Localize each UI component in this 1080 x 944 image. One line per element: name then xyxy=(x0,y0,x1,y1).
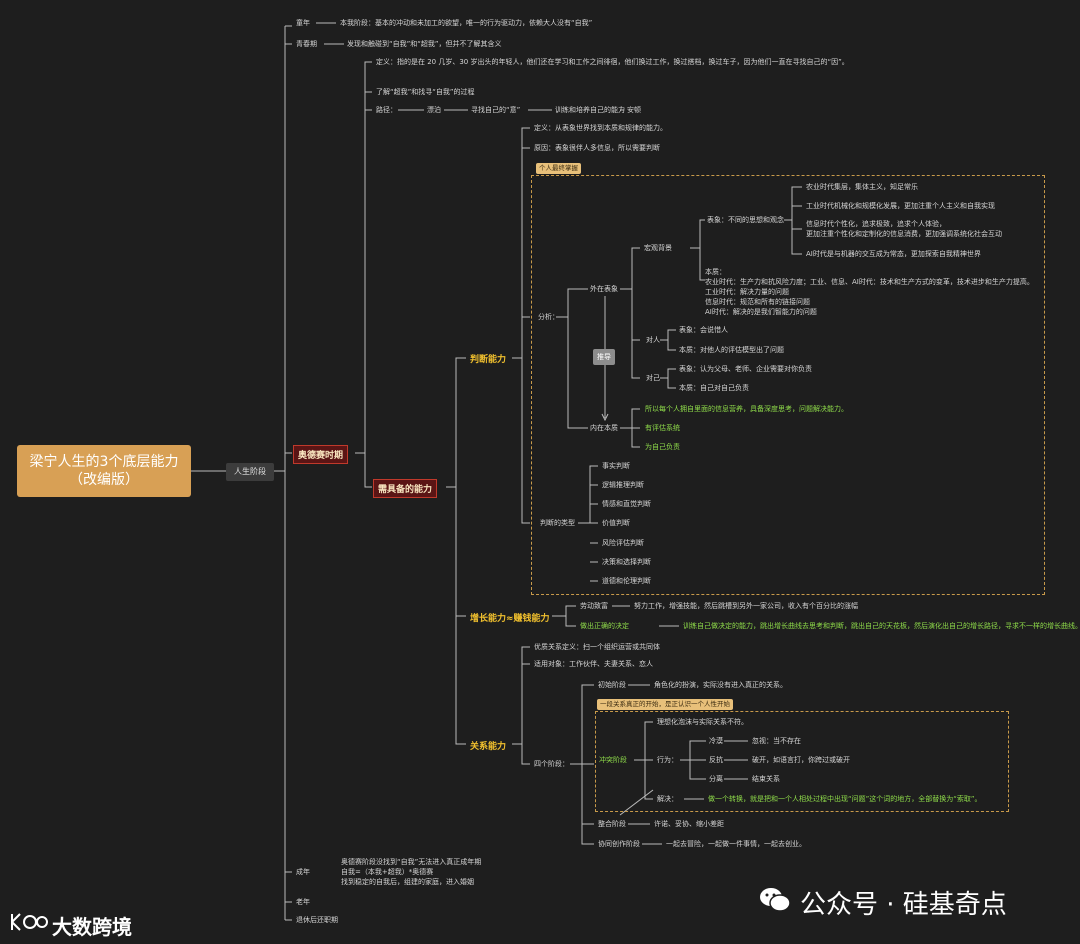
conflict-desc: 理想化泡沫与实际关系不符。 xyxy=(657,718,748,726)
judgment-types[interactable]: 判断的类型 xyxy=(540,519,575,528)
essence-item-2: 有评估系统 xyxy=(645,424,680,432)
root-topic[interactable]: 梁宁人生的3个底层能力 （改编版） xyxy=(17,445,191,497)
wechat-icon xyxy=(758,885,792,915)
macro-item-4: 更加注重个性化和定制化的信息消费，更加强调系统化社会互动 xyxy=(806,230,1002,238)
relation-tag: 一段关系真正的开始，是正认识一个人性开始 xyxy=(597,699,733,710)
push-derive-badge: 推导 xyxy=(593,349,615,365)
macro-essence-3: 工业时代：解决力量的问题 xyxy=(705,288,789,296)
analysis-label: 分析： xyxy=(538,313,559,321)
macro-essence-1: 本质： xyxy=(705,268,726,276)
type-item-6: 决策和选择判断 xyxy=(602,558,651,566)
judgment-reason: 原因：表象很伴人多信息，所以需要判断 xyxy=(534,144,660,152)
relation-objects: 适用对象：工作伙伴、夫妻关系、恋人 xyxy=(534,660,653,668)
stage-adult-line-3: 找到稳定的自我后，组建的家庭，进入婚姻 xyxy=(341,878,474,886)
behavior-1-val: 忽视：当不存在 xyxy=(752,737,801,745)
toward-others[interactable]: 对人 xyxy=(646,336,660,345)
macro-essence-2: 农业时代：生产力和抗风险力度；工业、信息、AI时代：技术和生产方式的变革，技术进… xyxy=(705,278,1034,286)
odyssey-path-step-4: 安顿 xyxy=(627,106,641,114)
self-item-2: 本质：自己对自己负责 xyxy=(679,384,749,392)
judgment-definition: 定义：从表象世界找到本质和规律的能力。 xyxy=(534,124,667,132)
macro-item-2: 工业时代机械化和规模化发展，更加注重个人主义和自我实现 xyxy=(806,202,995,210)
macro-essence-4: 信息时代：规范和所有的链接问题 xyxy=(705,298,810,306)
macro-item-3: 信息时代个性化，追求极致，追求个人体验， xyxy=(806,220,946,228)
stage-initial[interactable]: 初始阶段 xyxy=(598,681,626,690)
toward-self[interactable]: 对己 xyxy=(646,374,660,383)
type-item-4: 价值判断 xyxy=(602,519,630,527)
external-appearance[interactable]: 外在表象 xyxy=(590,285,618,294)
root-title: 梁宁人生的3个底层能力 xyxy=(29,454,179,470)
stage-odyssey[interactable]: 奥德赛时期 xyxy=(293,445,349,464)
macro-surface: 表象：不同的思想和观念 xyxy=(707,216,784,224)
growth-title[interactable]: 增长能力≈赚钱能力 xyxy=(470,611,550,624)
type-item-1: 事实判断 xyxy=(602,462,630,470)
watermark-right: 公众号 · 硅基奇点 xyxy=(800,890,1007,920)
stage-cocreate[interactable]: 协同创作阶段 xyxy=(598,840,640,849)
stage-childhood-text: 本我阶段：基本的冲动和未加工的欲望，唯一的行为驱动力，依赖大人没有“自我” xyxy=(340,19,593,27)
relation-stages[interactable]: 四个阶段： xyxy=(534,760,569,769)
self-item-1: 表象：认为父母、老师、企业需要对你负责 xyxy=(679,365,812,373)
essence-item-1: 所以每个人拥自里面的信息营养，具备深度思考，问题解决能力。 xyxy=(645,405,848,413)
behavior-1-key: 冷漠 xyxy=(709,737,723,745)
type-item-7: 道德和伦理判断 xyxy=(602,577,651,585)
type-item-2: 逻辑推理判断 xyxy=(602,481,644,489)
stage-adult[interactable]: 成年 xyxy=(296,868,310,877)
stage-adult-line-1: 奥德赛阶段没找到“自我”无法进入真正成年期 xyxy=(341,858,482,866)
macro-essence-5: AI时代：解决的是我们智能力的问题 xyxy=(705,308,817,316)
others-item-1: 表象：会说惜人 xyxy=(679,326,728,334)
conflict-behavior: 行为： xyxy=(657,756,678,764)
judgment-tag: 个人最终掌握 xyxy=(536,163,581,174)
type-item-3: 情感和直觉判断 xyxy=(602,500,651,508)
stage-initial-text: 角色化的扮演，实际没有进入真正的关系。 xyxy=(654,681,787,689)
macro-item-1: 农业时代集层，集体主义，知足常乐 xyxy=(806,183,918,191)
relation-definition: 优质关系定义：扫一个组织运营或共同体 xyxy=(534,643,660,651)
macro-item-5: AI时代是与机器的交互成为常态，更加探索自我精神世界 xyxy=(806,250,981,258)
stage-adult-line-2: 自我=（本我+超我）*奥德赛 xyxy=(341,868,434,876)
behavior-2-key: 反抗 xyxy=(709,756,723,764)
odyssey-path-step-2: 寻找自己的“意” xyxy=(471,106,521,114)
judgment-title[interactable]: 判断能力 xyxy=(470,352,506,365)
conflict-solve-text: 做一个转换，就是把和一个人相处过程中出现“问题”这个词的地方，全部替换为“索取”… xyxy=(708,795,982,803)
root-subtitle: （改编版） xyxy=(69,472,139,488)
relation-title[interactable]: 关系能力 xyxy=(470,739,506,752)
odyssey-path-step-1: 漂泊 xyxy=(427,106,441,114)
stage-childhood[interactable]: 童年 xyxy=(296,19,310,28)
needed-abilities[interactable]: 需具备的能力 xyxy=(373,479,438,498)
life-stage-node[interactable]: 人生阶段 xyxy=(226,463,274,481)
growth-a-label[interactable]: 劳动致富 xyxy=(580,602,608,611)
growth-a-text: 努力工作，增强技能，然后跳槽到另外一家公司，收入有个百分比的涨幅 xyxy=(634,602,858,610)
watermark-left: 大数跨境 xyxy=(52,915,132,939)
stage-integrate-text: 许诺、妥协、缩小差距 xyxy=(654,820,724,828)
stage-youth-text: 发现和触碰到“自我”和“超我”，但并不了解其含义 xyxy=(347,40,502,48)
internal-essence[interactable]: 内在本质 xyxy=(590,424,618,433)
odyssey-path-step-3: 训练和培养自己的能力 xyxy=(555,106,625,114)
odyssey-definition: 定义：指的是在 20 几岁、30 岁出头的年轻人，他们还在学习和工作之间徘徊，他… xyxy=(376,58,849,66)
brand-logo-icon xyxy=(8,910,48,932)
stage-cocreate-text: 一起去冒险，一起做一件事情，一起去创业。 xyxy=(666,840,806,848)
stage-old[interactable]: 老年 xyxy=(296,898,310,907)
stage-integrate[interactable]: 整合阶段 xyxy=(598,820,626,829)
macro-background[interactable]: 宏观背景 xyxy=(644,244,672,253)
odyssey-understand: 了解“超我”和找寻“自我”的过程 xyxy=(376,88,475,96)
growth-b-label[interactable]: 做出正确的决定 xyxy=(580,622,629,631)
type-item-5: 风险评估判断 xyxy=(602,539,644,547)
odyssey-path-label: 路径： xyxy=(376,106,397,114)
conflict-solve: 解决： xyxy=(657,795,678,803)
behavior-3-key: 分离 xyxy=(709,775,723,783)
growth-b-text: 训练自己做决定的能力，跳出增长曲线去思考和判断，跳出自己的天花板，然后演化出自己… xyxy=(683,622,1080,630)
stage-retired[interactable]: 退休后还职期 xyxy=(296,916,338,925)
stage-conflict[interactable]: 冲突阶段 xyxy=(599,756,627,765)
essence-item-3: 为自己负责 xyxy=(645,443,680,451)
stage-youth[interactable]: 青春期 xyxy=(296,40,317,49)
others-item-2: 本质：对他人的评估模型出了问题 xyxy=(679,346,784,354)
behavior-3-val: 结束关系 xyxy=(752,775,780,783)
behavior-2-val: 破开，如语言打，你跨过或破开 xyxy=(752,756,850,764)
